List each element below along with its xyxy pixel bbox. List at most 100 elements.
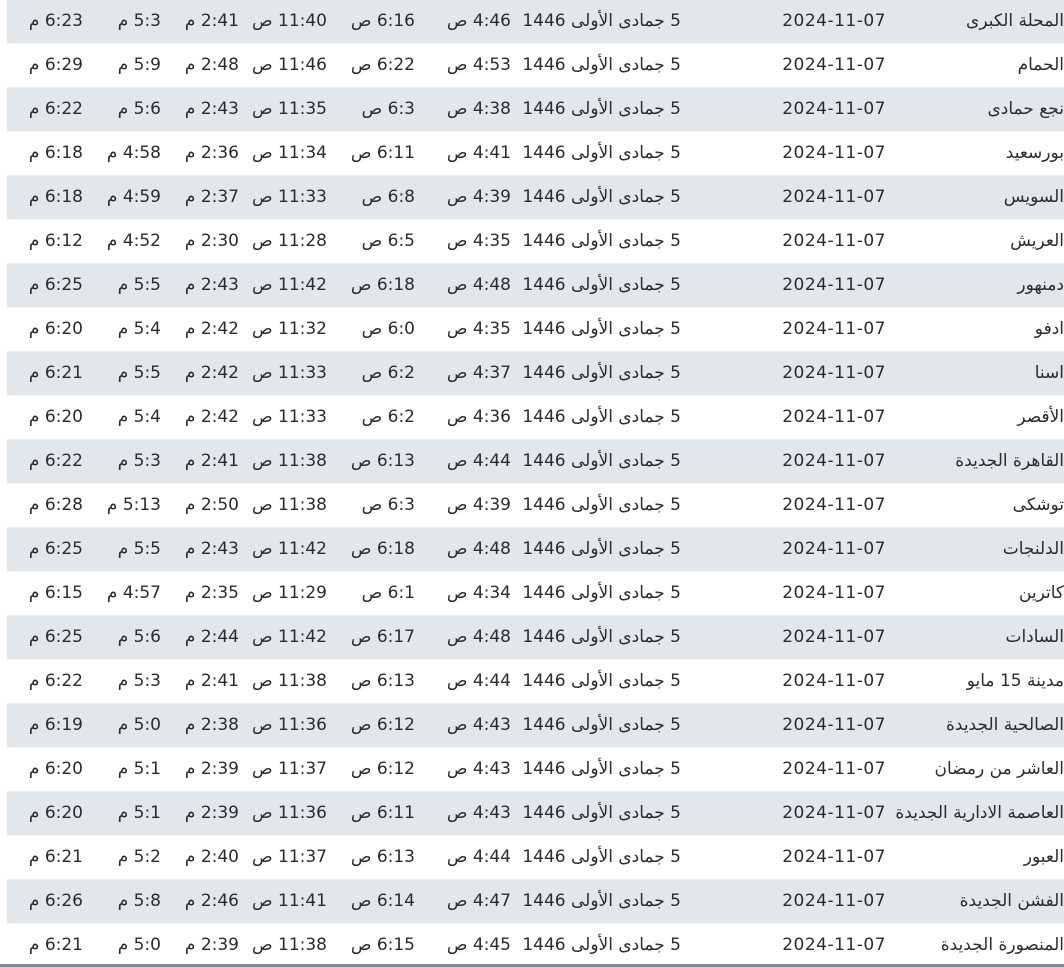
fajr-time-cell: 4:47 ص — [415, 879, 511, 924]
table-row: العريش 2024-11-07 5 جمادى الأولى 1446 4:35 … — [7, 219, 1064, 264]
sunrise-time-cell: 6:8 ص — [327, 175, 415, 220]
hijri-date-cell: 5 جمادى الأولى 1446 — [511, 527, 681, 572]
table-row: القاهرة الجديدة 2024-11-07 5 جمادى الأولى … — [7, 439, 1064, 484]
dhuhr-time-cell: 11:37 ص — [239, 747, 327, 792]
asr-time-cell: 2:42 م — [161, 395, 239, 440]
hijri-date-cell: 5 جمادى الأولى 1446 — [511, 791, 681, 836]
hijri-date-cell: 5 جمادى الأولى 1446 — [511, 395, 681, 440]
city-cell: الحمام — [886, 43, 1064, 88]
table-row: الدلنجات 2024-11-07 5 جمادى الأولى 1446 4:4… — [7, 527, 1064, 572]
maghrib-time-cell: 5:6 م — [83, 87, 161, 132]
hijri-date-cell: 5 جمادى الأولى 1446 — [511, 571, 681, 616]
maghrib-time-cell: 5:0 م — [83, 703, 161, 748]
isha-time-cell: 6:22 م — [7, 439, 83, 484]
isha-time-cell: 6:20 م — [7, 791, 83, 836]
asr-time-cell: 2:41 م — [161, 659, 239, 704]
hijri-date-cell: 5 جمادى الأولى 1446 — [511, 219, 681, 264]
sunrise-time-cell: 6:3 ص — [327, 87, 415, 132]
asr-time-cell: 2:46 م — [161, 879, 239, 924]
gregorian-date-cell: 2024-11-07 — [681, 351, 886, 396]
dhuhr-time-cell: 11:46 ص — [239, 43, 327, 88]
isha-time-cell: 6:28 م — [7, 483, 83, 528]
asr-time-cell: 2:39 م — [161, 747, 239, 792]
fajr-time-cell: 4:43 ص — [415, 747, 511, 792]
table-row: العبور 2024-11-07 5 جمادى الأولى 1446 4:44 … — [7, 835, 1064, 880]
hijri-date-cell: 5 جمادى الأولى 1446 — [511, 659, 681, 704]
gregorian-date-cell: 2024-11-07 — [681, 219, 886, 264]
city-cell: العبور — [886, 835, 1064, 880]
city-cell: توشكى — [886, 483, 1064, 528]
city-cell: العاشر من رمضان — [886, 747, 1064, 792]
asr-time-cell: 2:42 م — [161, 351, 239, 396]
asr-time-cell: 2:36 م — [161, 131, 239, 176]
sunrise-time-cell: 6:3 ص — [327, 483, 415, 528]
table-row: بورسعيد 2024-11-07 5 جمادى الأولى 1446 4:41… — [7, 131, 1064, 176]
prayer-times-table-container: المحلة الكبرى 2024-11-07 5 جمادى الأولى 14… — [0, 0, 1064, 967]
isha-time-cell: 6:25 م — [7, 527, 83, 572]
sunrise-time-cell: 6:5 ص — [327, 219, 415, 264]
dhuhr-time-cell: 11:38 ص — [239, 439, 327, 484]
maghrib-time-cell: 5:4 م — [83, 307, 161, 352]
table-row: اسنا 2024-11-07 5 جمادى الأولى 1446 4:37 ص6… — [7, 351, 1064, 396]
fajr-time-cell: 4:43 ص — [415, 703, 511, 748]
fajr-time-cell: 4:39 ص — [415, 175, 511, 220]
gregorian-date-cell: 2024-11-07 — [681, 571, 886, 616]
sunrise-time-cell: 6:11 ص — [327, 131, 415, 176]
gregorian-date-cell: 2024-11-07 — [681, 175, 886, 220]
hijri-date-cell: 5 جمادى الأولى 1446 — [511, 263, 681, 308]
table-row: الأقصر 2024-11-07 5 جمادى الأولى 1446 4:36 … — [7, 395, 1064, 440]
dhuhr-time-cell: 11:28 ص — [239, 219, 327, 264]
hijri-date-cell: 5 جمادى الأولى 1446 — [511, 439, 681, 484]
table-row: الفشن الجديدة 2024-11-07 5 جمادى الأولى 14… — [7, 879, 1064, 924]
fajr-time-cell: 4:34 ص — [415, 571, 511, 616]
dhuhr-time-cell: 11:38 ص — [239, 659, 327, 704]
table-row: السادات 2024-11-07 5 جمادى الأولى 1446 4:48… — [7, 615, 1064, 660]
fajr-time-cell: 4:37 ص — [415, 351, 511, 396]
maghrib-time-cell: 5:1 م — [83, 791, 161, 836]
gregorian-date-cell: 2024-11-07 — [681, 307, 886, 352]
table-row: كاترين 2024-11-07 5 جمادى الأولى 1446 4:34 … — [7, 571, 1064, 616]
sunrise-time-cell: 6:12 ص — [327, 747, 415, 792]
isha-time-cell: 6:22 م — [7, 87, 83, 132]
isha-time-cell: 6:15 م — [7, 571, 83, 616]
gregorian-date-cell: 2024-11-07 — [681, 0, 886, 44]
isha-time-cell: 6:18 م — [7, 175, 83, 220]
fajr-time-cell: 4:48 ص — [415, 527, 511, 572]
sunrise-time-cell: 6:15 ص — [327, 923, 415, 967]
fajr-time-cell: 4:44 ص — [415, 439, 511, 484]
maghrib-time-cell: 5:8 م — [83, 879, 161, 924]
gregorian-date-cell: 2024-11-07 — [681, 747, 886, 792]
sunrise-time-cell: 6:1 ص — [327, 571, 415, 616]
city-cell: مدينة 15 مايو — [886, 659, 1064, 704]
table-body: المحلة الكبرى 2024-11-07 5 جمادى الأولى 14… — [7, 0, 1064, 967]
asr-time-cell: 2:40 م — [161, 835, 239, 880]
city-cell: المحلة الكبرى — [886, 0, 1064, 44]
sunrise-time-cell: 6:0 ص — [327, 307, 415, 352]
city-cell: بورسعيد — [886, 131, 1064, 176]
maghrib-time-cell: 5:1 م — [83, 747, 161, 792]
isha-time-cell: 6:18 م — [7, 131, 83, 176]
city-cell: العريش — [886, 219, 1064, 264]
gregorian-date-cell: 2024-11-07 — [681, 835, 886, 880]
table-row: المحلة الكبرى 2024-11-07 5 جمادى الأولى 14… — [7, 0, 1064, 44]
asr-time-cell: 2:48 م — [161, 43, 239, 88]
dhuhr-time-cell: 11:36 ص — [239, 791, 327, 836]
table-row: دمنهور 2024-11-07 5 جمادى الأولى 1446 4:48 … — [7, 263, 1064, 308]
dhuhr-time-cell: 11:34 ص — [239, 131, 327, 176]
table-row: الحمام 2024-11-07 5 جمادى الأولى 1446 4:53 … — [7, 43, 1064, 88]
table-row: العاصمة الادارية الجديدة 2024-11-07 5 جماد… — [7, 791, 1064, 836]
city-cell: ادفو — [886, 307, 1064, 352]
sunrise-time-cell: 6:13 ص — [327, 439, 415, 484]
sunrise-time-cell: 6:13 ص — [327, 835, 415, 880]
fajr-time-cell: 4:36 ص — [415, 395, 511, 440]
maghrib-time-cell: 4:52 م — [83, 219, 161, 264]
asr-time-cell: 2:38 م — [161, 703, 239, 748]
sunrise-time-cell: 6:2 ص — [327, 351, 415, 396]
maghrib-time-cell: 5:9 م — [83, 43, 161, 88]
gregorian-date-cell: 2024-11-07 — [681, 703, 886, 748]
gregorian-date-cell: 2024-11-07 — [681, 791, 886, 836]
maghrib-time-cell: 4:57 م — [83, 571, 161, 616]
fajr-time-cell: 4:45 ص — [415, 923, 511, 967]
fajr-time-cell: 4:39 ص — [415, 483, 511, 528]
city-cell: المنصورة الجديدة — [886, 923, 1064, 967]
